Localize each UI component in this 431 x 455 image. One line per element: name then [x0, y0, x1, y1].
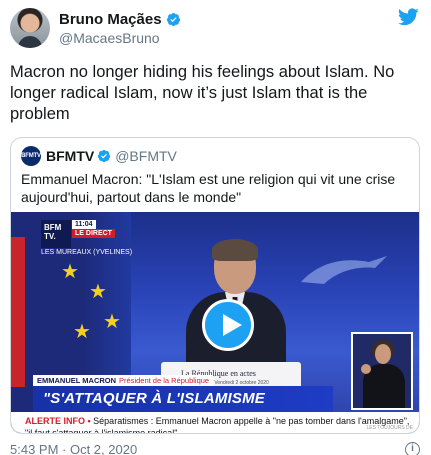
- quoted-handle[interactable]: @BFMTV: [115, 148, 177, 164]
- eu-star: ★: [61, 261, 79, 283]
- tweet-timestamp[interactable]: 5:43 PM · Oct 2, 2020: [10, 442, 137, 455]
- tweet-header: Bruno Maçães @MacaesBruno: [10, 8, 421, 48]
- tweet-footer: 5:43 PM · Oct 2, 2020 i: [10, 442, 420, 455]
- video-player[interactable]: ★ ★ ★ ★ BFM TV. 11:04 LE DIRECT LES MURE…: [11, 212, 419, 433]
- speaker-hair: [212, 239, 258, 261]
- interpreter-head: [375, 344, 391, 364]
- ticker-alert-label: ALERTE INFO •: [25, 416, 91, 426]
- tweet-text: Macron no longer hiding his feelings abo…: [10, 63, 395, 123]
- quoted-text: Emmanuel Macron: "L'Islam est une religi…: [21, 171, 396, 205]
- headline-banner: "S'ATTAQUER À L'ISLAMISME RADICAL": [33, 386, 333, 433]
- info-icon[interactable]: i: [405, 442, 420, 455]
- broadcast-location: LES MUREAUX (YVELINES): [41, 249, 133, 256]
- speaker-role: Président de la République: [119, 376, 210, 385]
- quoted-display-name[interactable]: BFMTV: [46, 148, 94, 164]
- live-tag: LE DIRECT: [72, 229, 115, 238]
- author-names: Bruno Maçães @MacaesBruno: [59, 10, 181, 47]
- speaker-name: EMMANUEL MACRON: [37, 376, 117, 385]
- flag-red-stripe: [11, 237, 25, 387]
- twitter-bird-icon[interactable]: [398, 8, 419, 26]
- verified-badge-icon: [166, 12, 180, 27]
- eu-star: ★: [103, 311, 121, 333]
- avatar[interactable]: [10, 8, 50, 48]
- quoted-header: BFMTV BFMTV @BFMTV: [11, 138, 419, 166]
- lower-third-name: EMMANUEL MACRON Président de la Républiqu…: [33, 375, 214, 386]
- bfmtv-logo[interactable]: BFMTV: [21, 146, 41, 166]
- eu-star: ★: [73, 321, 91, 343]
- sign-language-interpreter: [351, 332, 413, 410]
- interpreter-hand: [361, 364, 371, 374]
- broadcast-time: 11:04: [72, 220, 96, 229]
- news-ticker: ALERTE INFO • Séparatismes : Emmanuel Ma…: [11, 412, 419, 433]
- tweet-card: Bruno Maçães @MacaesBruno Macron no long…: [0, 0, 431, 455]
- author-handle[interactable]: @MacaesBruno: [59, 29, 181, 47]
- author-display-name[interactable]: Bruno Maçães: [59, 10, 162, 29]
- channel-badge: BFM TV.: [41, 220, 71, 248]
- verified-badge-icon: [98, 149, 111, 163]
- author-name-row[interactable]: Bruno Maçães: [59, 10, 181, 29]
- quoted-tweet[interactable]: BFMTV BFMTV @BFMTV Emmanuel Macron: "L'I…: [10, 137, 420, 434]
- ticker-corner-text: LES TOUJOURS DE: [366, 425, 414, 431]
- backdrop-bird-logo: [301, 256, 387, 284]
- play-icon[interactable]: [202, 299, 254, 351]
- eu-star: ★: [89, 281, 107, 303]
